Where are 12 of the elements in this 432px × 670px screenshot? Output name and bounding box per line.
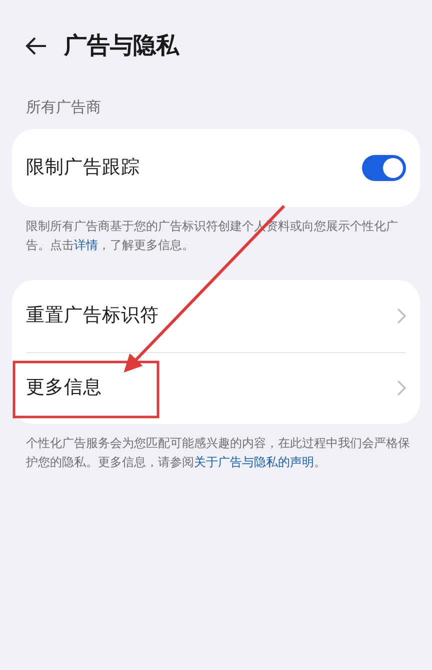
details-link[interactable]: 详情 xyxy=(74,238,98,252)
setting-label[interactable]: 更多信息 xyxy=(26,374,102,402)
details-link[interactable]: 关于广告与隐私的声明 xyxy=(194,455,314,470)
chevron-icon xyxy=(397,308,406,324)
section-label: 所有广告商 xyxy=(25,97,102,118)
setting-label[interactable]: 限制广告跟踪 xyxy=(26,154,140,182)
toggle-switch[interactable] xyxy=(362,154,406,180)
page-title: 广告与隐私 xyxy=(64,32,179,61)
back-icon[interactable] xyxy=(24,36,48,56)
setting-label[interactable]: 重置广告标识符 xyxy=(26,302,159,330)
chevron-icon xyxy=(397,380,406,396)
description-text: 个性化广告服务会为您匹配可能感兴趣的内容，在此过程中我们会严格保护您的隐私。更多信息，请参阅关于广告与隐私的声明。 xyxy=(25,434,411,472)
